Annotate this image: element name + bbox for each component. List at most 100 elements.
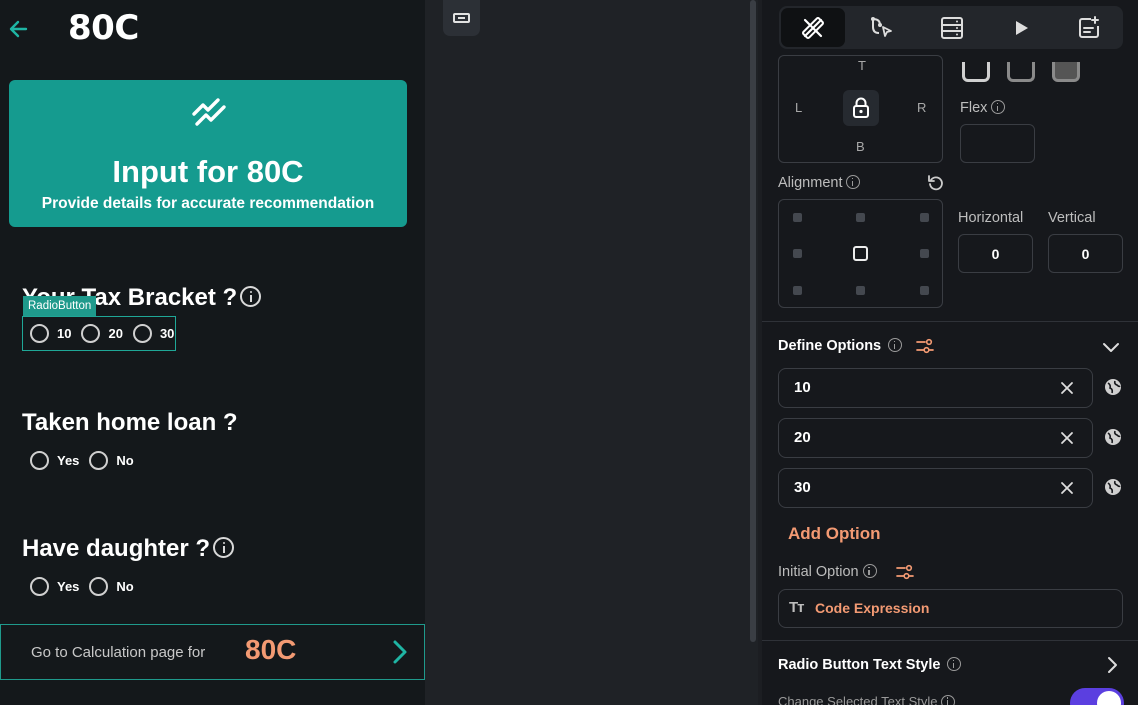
trend-icon xyxy=(192,98,226,126)
tab-actions[interactable] xyxy=(849,6,913,49)
database-icon xyxy=(941,16,963,39)
selected-widget-tag: RadioButton xyxy=(23,296,97,316)
canvas-area xyxy=(425,0,748,705)
corner-style-option-icon[interactable] xyxy=(1052,62,1080,82)
reset-icon[interactable] xyxy=(927,174,945,192)
option-field[interactable]: 30 xyxy=(778,468,1093,508)
tab-run[interactable] xyxy=(989,6,1053,49)
horizontal-offset-input[interactable]: 0 xyxy=(958,234,1033,273)
change-selected-label-text: Change Selected Text Style xyxy=(778,694,938,705)
info-icon[interactable] xyxy=(213,537,235,559)
align-center-selected[interactable] xyxy=(853,246,868,261)
align-center-right[interactable] xyxy=(920,249,929,258)
info-icon[interactable] xyxy=(941,694,956,705)
flex-label: Flex xyxy=(960,100,1006,116)
align-bottom-right[interactable] xyxy=(920,286,929,295)
radio-option[interactable] xyxy=(81,324,101,343)
globe-icon[interactable] xyxy=(1104,428,1122,446)
radio-group-tax: 10 20 30 xyxy=(30,324,184,343)
radio-option-label: No xyxy=(116,579,134,594)
close-icon[interactable] xyxy=(1060,431,1074,445)
note-add-icon xyxy=(1079,15,1099,38)
radio-option[interactable] xyxy=(30,324,49,343)
chevron-right-icon xyxy=(393,640,407,664)
info-icon[interactable] xyxy=(862,564,877,579)
option-field[interactable]: 20 xyxy=(778,418,1093,458)
add-option-button[interactable]: Add Option xyxy=(788,524,881,544)
text-style-header[interactable]: Radio Button Text Style xyxy=(778,657,962,673)
code-expression-field[interactable]: Tт Code Expression xyxy=(778,589,1123,628)
radio-option[interactable] xyxy=(89,577,109,596)
scrollbar-thumb[interactable] xyxy=(750,0,756,642)
define-options-header[interactable]: Define Options xyxy=(778,338,903,354)
radio-option[interactable] xyxy=(89,451,109,470)
keyboard-toggle-button[interactable] xyxy=(443,0,480,36)
align-center-left[interactable] xyxy=(793,249,802,258)
lock-icon xyxy=(853,97,869,118)
change-selected-text-style-toggle[interactable] xyxy=(1070,688,1124,705)
align-top-right[interactable] xyxy=(920,213,929,222)
corner-style-option-icon[interactable] xyxy=(1007,62,1035,82)
question-label: Taken home loan ? xyxy=(22,409,238,436)
vertical-offset-input[interactable]: 0 xyxy=(1048,234,1123,273)
radio-option[interactable] xyxy=(132,324,152,343)
panel-tabs xyxy=(779,6,1123,49)
padding-top-label[interactable]: T xyxy=(858,58,866,73)
alignment-label: Alignment xyxy=(778,175,861,191)
flex-input[interactable] xyxy=(960,124,1035,163)
horizontal-label: Horizontal xyxy=(958,210,1024,226)
radio-option-label: 10 xyxy=(57,326,72,341)
back-arrow-icon[interactable] xyxy=(6,16,32,42)
panel-scrollbar[interactable] xyxy=(748,0,758,705)
radio-option-label: Yes xyxy=(57,579,80,594)
align-top-left[interactable] xyxy=(793,213,802,222)
globe-icon[interactable] xyxy=(1104,478,1122,496)
option-value: 20 xyxy=(794,429,811,446)
alignment-label-text: Alignment xyxy=(778,175,843,191)
tab-properties[interactable] xyxy=(781,8,845,47)
question-home-loan: Taken home loan ? xyxy=(22,409,238,437)
close-icon[interactable] xyxy=(1060,481,1074,495)
initial-option-settings-icon[interactable] xyxy=(895,562,915,582)
close-icon[interactable] xyxy=(1060,381,1074,395)
globe-icon[interactable] xyxy=(1104,378,1122,396)
tab-notes[interactable] xyxy=(1057,6,1121,49)
info-icon[interactable] xyxy=(991,100,1006,115)
chevron-down-icon[interactable] xyxy=(1102,339,1120,357)
question-daughter: Have daughter ? xyxy=(22,535,235,563)
radio-option-label: No xyxy=(116,453,134,468)
info-icon[interactable] xyxy=(240,286,262,308)
vertical-label: Vertical xyxy=(1048,210,1096,226)
radio-option-label: 20 xyxy=(108,326,123,341)
page-title: 80C xyxy=(68,8,139,48)
info-icon[interactable] xyxy=(846,175,861,190)
design-tools-icon xyxy=(802,16,824,39)
option-value: 10 xyxy=(794,379,811,396)
calculation-link-accent: 80C xyxy=(245,634,297,665)
align-bottom-left[interactable] xyxy=(793,286,802,295)
chevron-right-icon[interactable] xyxy=(1105,656,1121,674)
options-settings-icon[interactable] xyxy=(915,336,935,356)
initial-option-label-text: Initial Option xyxy=(778,564,859,580)
info-icon[interactable] xyxy=(947,657,962,672)
tab-backend[interactable] xyxy=(920,6,984,49)
divider xyxy=(762,321,1138,322)
radio-option[interactable] xyxy=(30,451,49,470)
padding-bottom-label[interactable]: B xyxy=(856,139,865,154)
change-selected-text-style-label: Change Selected Text Style xyxy=(778,694,956,705)
padding-right-label[interactable]: R xyxy=(917,100,926,115)
play-icon xyxy=(1016,20,1028,35)
align-top-center[interactable] xyxy=(856,213,865,222)
info-icon[interactable] xyxy=(888,338,903,353)
flex-label-text: Flex xyxy=(960,100,988,116)
corner-style-option-icon[interactable] xyxy=(962,62,990,82)
padding-left-label[interactable]: L xyxy=(795,100,802,115)
hero-subtitle: Provide details for accurate recommendat… xyxy=(41,195,375,212)
divider xyxy=(762,640,1138,641)
radio-option[interactable] xyxy=(30,577,49,596)
padding-lock-button[interactable] xyxy=(843,90,879,126)
hero-card: Input for 80C Provide details for accura… xyxy=(9,80,407,227)
option-field[interactable]: 10 xyxy=(778,368,1093,408)
align-bottom-center[interactable] xyxy=(856,286,865,295)
calculation-link[interactable]: Go to Calculation page for 80C xyxy=(0,624,425,680)
